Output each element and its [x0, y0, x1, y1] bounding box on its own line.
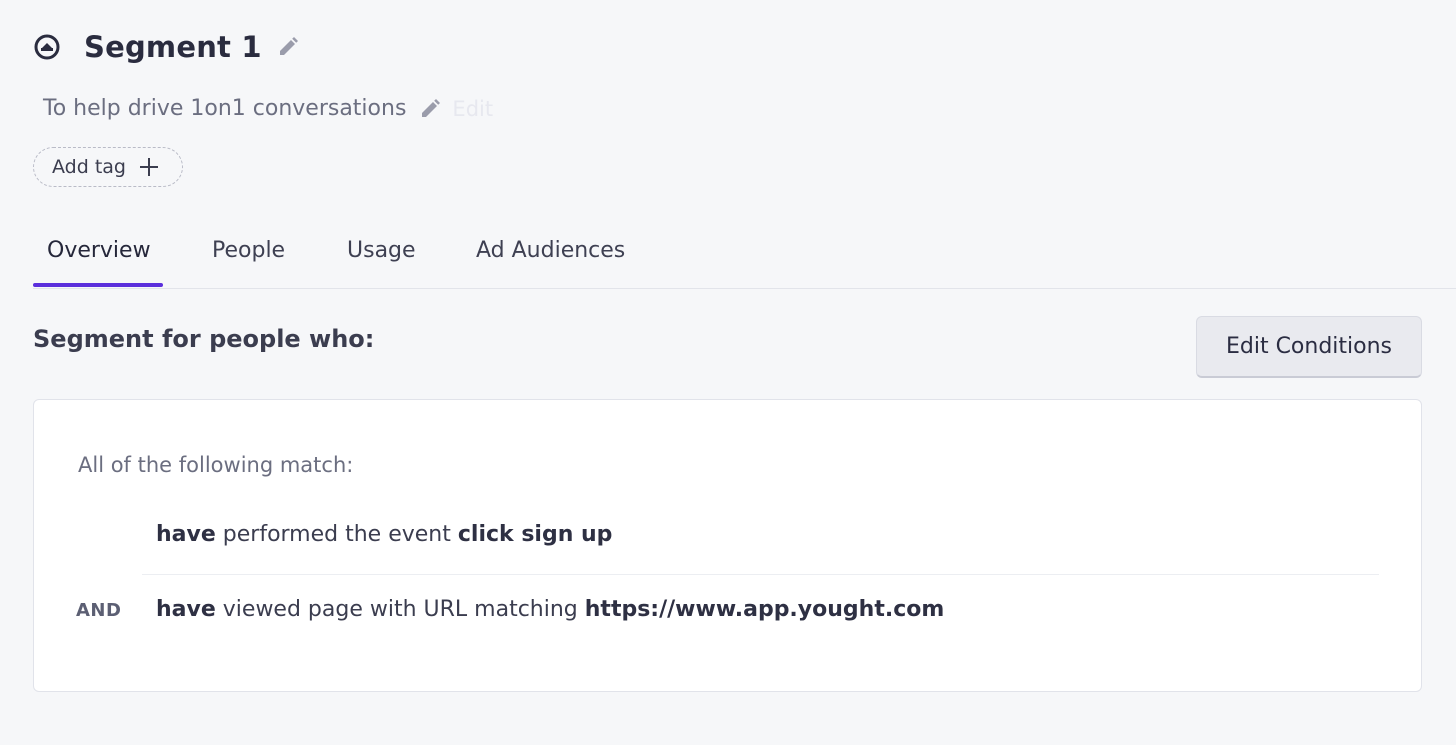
and-operator: AND — [76, 600, 122, 621]
tab-ad-audiences[interactable]: Ad Audiences — [476, 238, 625, 263]
section-title: Segment for people who: — [33, 325, 375, 353]
tab-usage[interactable]: Usage — [347, 238, 416, 263]
add-tag-button[interactable]: Add tag — [33, 147, 183, 187]
pencil-icon[interactable] — [418, 97, 442, 121]
condition-phrase: performed the event — [215, 522, 458, 547]
description-text: To help drive 1on1 conversations — [43, 96, 407, 121]
condition-verb: have — [156, 597, 216, 622]
plus-icon — [139, 158, 158, 176]
condition-divider — [142, 574, 1379, 575]
edit-description-link[interactable]: Edit — [452, 97, 493, 121]
page-header: Segment 1 — [32, 30, 300, 64]
active-tab-indicator — [33, 283, 163, 287]
condition-value: https://www.app.yought.com — [584, 597, 945, 622]
edit-conditions-button[interactable]: Edit Conditions — [1196, 316, 1422, 378]
condition-row: have viewed page with URL matching https… — [156, 597, 944, 622]
add-tag-label: Add tag — [52, 156, 126, 178]
conditions-card: All of the following match: have perform… — [33, 399, 1422, 692]
segment-icon — [34, 34, 60, 60]
page-title: Segment 1 — [84, 30, 262, 64]
condition-phrase: viewed page with URL matching — [215, 597, 585, 622]
tab-bar: Overview People Usage Ad Audiences — [33, 228, 1456, 289]
pencil-icon[interactable] — [276, 35, 300, 59]
match-label: All of the following match: — [78, 453, 354, 477]
tab-people[interactable]: People — [212, 238, 285, 263]
condition-row: have performed the event click sign up — [156, 522, 612, 547]
condition-verb: have — [156, 522, 216, 547]
condition-value: click sign up — [457, 522, 613, 547]
tab-overview[interactable]: Overview — [47, 238, 151, 263]
segment-description: To help drive 1on1 conversations Edit — [43, 96, 493, 121]
